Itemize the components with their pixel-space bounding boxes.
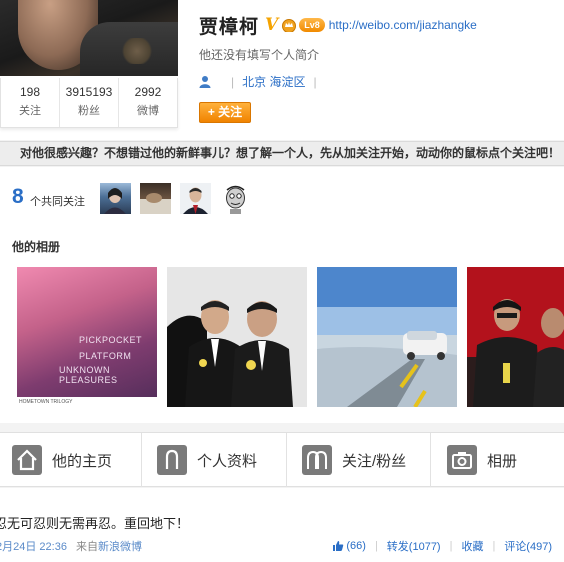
level-badge[interactable]: Lv8 (299, 18, 325, 32)
divider: | (449, 540, 453, 552)
album-thumbnail[interactable] (317, 267, 457, 407)
albums-title: 他的相册 (12, 240, 61, 254)
repost-button[interactable]: 转发(1077) (387, 538, 441, 554)
mutual-avatar[interactable] (140, 183, 171, 214)
posts-count: 2992 (134, 85, 162, 99)
followers-count: 3915193 (65, 85, 113, 99)
tab-profile-info[interactable]: 个人资料 (157, 433, 257, 487)
divider: | (313, 74, 317, 89)
divider (286, 433, 287, 487)
mutual-label: 个共同关注 (30, 196, 85, 208)
profile-nav-tabs: 他的主页 个人资料 关注/粉丝 相册 (0, 432, 564, 487)
tab-albums-label: 相册 (487, 452, 518, 470)
avatar[interactable] (0, 0, 178, 76)
comment-button[interactable]: 评论(497) (504, 538, 552, 554)
person-icon (157, 445, 187, 475)
profile-location[interactable]: 北京 海淀区 (242, 73, 305, 90)
post-source-prefix: 来自 (76, 541, 98, 553)
tab-albums[interactable]: 相册 (447, 433, 517, 487)
camera-icon (447, 445, 477, 475)
mutual-avatar[interactable] (220, 183, 251, 214)
divider (141, 433, 142, 487)
stat-followers[interactable]: 3915193 粉丝 (60, 78, 119, 127)
profile-name: 贾樟柯 (199, 16, 260, 38)
divider: | (231, 74, 235, 89)
verified-icon[interactable]: V (265, 15, 278, 35)
stat-posts[interactable]: 2992 微博 (119, 78, 177, 127)
mutual-avatar[interactable] (180, 183, 211, 214)
post-text: 忍无可忍则无需再忍。重回地下！ (0, 516, 190, 531)
user-icon (199, 76, 211, 88)
weibo-post: 忍无可忍则无需再忍。重回地下！ 2月24日 22:36 来自新浪微博 (66) … (0, 488, 564, 562)
tab-home[interactable]: 他的主页 (12, 433, 112, 487)
posts-label: 微博 (137, 105, 159, 117)
album-cover-text: PICKPOCKET (79, 335, 143, 345)
weibo-url-link[interactable]: http://weibo.com/jiazhangke (329, 18, 477, 32)
tab-home-label: 他的主页 (52, 452, 113, 470)
divider: | (492, 540, 496, 552)
mutual-count[interactable]: 8 (12, 185, 24, 209)
favorite-button[interactable]: 收藏 (461, 538, 483, 554)
divider (430, 433, 431, 487)
post-time[interactable]: 2月24日 22:36 (0, 541, 67, 553)
profile-header: 198 关注 3915193 粉丝 2992 微博 贾樟柯 V Lv8 http… (0, 0, 564, 140)
location-row: | 北京 海淀区 | (199, 73, 325, 90)
album-cover-text: UNKNOWN PLEASURES (59, 365, 118, 385)
stat-following[interactable]: 198 关注 (1, 78, 60, 127)
like-count[interactable]: (66) (346, 540, 366, 552)
crown-icon[interactable] (281, 18, 297, 32)
tab-profile-info-label: 个人资料 (197, 452, 258, 470)
post-source[interactable]: 新浪微博 (98, 541, 142, 553)
album-cover-footer: HOMETOWN TRILOGY (17, 397, 157, 407)
tab-follows-fans[interactable]: 关注/粉丝 (302, 433, 406, 487)
post-meta: 2月24日 22:36 来自新浪微博 (0, 538, 142, 554)
album-cover-text: PLATFORM (79, 351, 132, 361)
mutual-avatar[interactable] (100, 183, 131, 214)
profile-bio: 他还没有填写个人简介 (199, 48, 320, 62)
album-thumbnail[interactable] (167, 267, 307, 407)
profile-stats: 198 关注 3915193 粉丝 2992 微博 (0, 78, 178, 128)
albums-section: 他的相册 PICKPOCKET PLATFORM UNKNOWN PLEASUR… (0, 227, 564, 423)
people-icon (302, 445, 332, 475)
album-thumbnail[interactable] (467, 267, 564, 407)
follow-button[interactable]: + 关注 (199, 102, 251, 123)
following-count: 198 (19, 85, 41, 99)
post-actions: (66) | 转发(1077) | 收藏 | 评论(497) (332, 538, 552, 554)
mutual-follows: 8 个共同关注 (0, 167, 564, 227)
followers-label: 粉丝 (78, 105, 100, 117)
album-thumbnail[interactable]: PICKPOCKET PLATFORM UNKNOWN PLEASURES HO… (17, 267, 157, 407)
follow-notice: 对他很感兴趣？不想错过他的新鲜事儿？想了解一个人，先从加关注开始，动动你的鼠标点… (0, 141, 564, 166)
tab-follows-fans-label: 关注/粉丝 (342, 452, 407, 470)
divider: | (374, 540, 378, 552)
following-label: 关注 (19, 105, 41, 117)
home-icon (12, 445, 42, 475)
name-row: 贾樟柯 V Lv8 http://weibo.com/jiazhangke (199, 12, 477, 38)
thumbs-up-icon[interactable] (332, 540, 344, 552)
